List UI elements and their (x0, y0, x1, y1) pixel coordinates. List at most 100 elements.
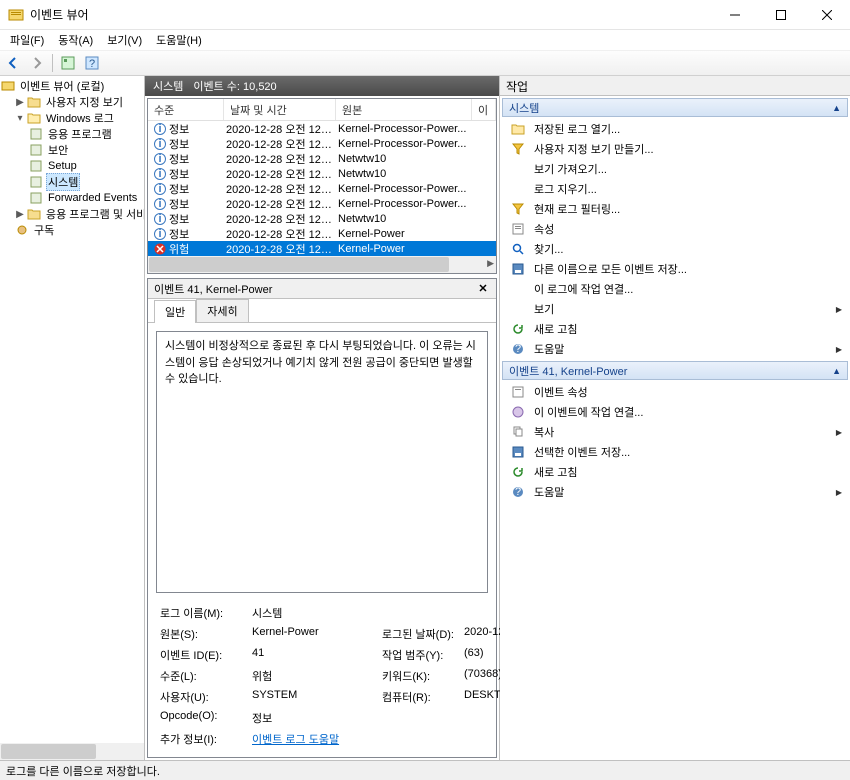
action-refresh[interactable]: 새로 고침 (502, 319, 848, 339)
help-button[interactable]: ? (81, 52, 103, 74)
close-button[interactable] (804, 0, 850, 30)
info-icon: i (153, 167, 167, 181)
col-level[interactable]: 수준 (148, 99, 224, 120)
prop-source-k: 원본(S): (160, 626, 252, 642)
action-clear-log[interactable]: 로그 지우기... (502, 179, 848, 199)
log-icon (28, 159, 44, 173)
tree-windows-logs[interactable]: ▾Windows 로그 (0, 110, 145, 126)
menu-help[interactable]: 도움말(H) (150, 30, 208, 50)
table-row[interactable]: 위험2020-12-28 오전 12:33...Kernel-Power (148, 241, 496, 256)
table-row[interactable]: i정보2020-12-28 오전 12:33...Netwtw10 (148, 166, 496, 181)
list-scrollbar[interactable]: ▶ (148, 256, 496, 273)
action-properties[interactable]: 속성 (502, 219, 848, 239)
tab-general[interactable]: 일반 (154, 300, 196, 323)
subscriptions-icon (14, 223, 30, 237)
help-link[interactable]: 이벤트 로그 도움말 (252, 731, 382, 747)
tree-system[interactable]: 시스템 (0, 174, 145, 190)
info-icon: i (153, 197, 167, 211)
action-view-submenu[interactable]: 보기▶ (502, 299, 848, 319)
action-save-all-as[interactable]: 다른 이름으로 모든 이벤트 저장... (502, 259, 848, 279)
tree-application[interactable]: 응용 프로그램 (0, 126, 145, 142)
prop-user-v: SYSTEM (252, 689, 382, 705)
table-row[interactable]: i정보2020-12-28 오전 12:33...Netwtw10 (148, 151, 496, 166)
info-icon: i (153, 122, 167, 136)
cell-date: 2020-12-28 오전 12:33... (224, 241, 336, 257)
table-row[interactable]: i정보2020-12-28 오전 12:33...Kernel-Processo… (148, 181, 496, 196)
table-row[interactable]: i정보2020-12-28 오전 12:33...Kernel-Processo… (148, 136, 496, 151)
action-import-view[interactable]: 보기 가져오기... (502, 159, 848, 179)
import-icon (510, 161, 526, 177)
svg-text:?: ? (515, 486, 521, 498)
cell-source: Netwtw10 (336, 153, 472, 165)
menubar: 파일(F) 동작(A) 보기(V) 도움말(H) (0, 30, 850, 50)
action-refresh-2[interactable]: 새로 고침 (502, 462, 848, 482)
table-row[interactable]: i정보2020-12-28 오전 12:33...Kernel-Processo… (148, 196, 496, 211)
svg-text:?: ? (89, 58, 95, 70)
save-icon (510, 444, 526, 460)
app-icon (8, 7, 24, 23)
cell-level: 정보 (169, 136, 189, 152)
action-open-saved-log[interactable]: 저장된 로그 열기... (502, 119, 848, 139)
cell-level: 위험 (169, 241, 189, 257)
svg-text:i: i (158, 153, 161, 165)
copy-icon (510, 424, 526, 440)
list-rows: i정보2020-12-28 오전 12:33...Kernel-Processo… (148, 121, 496, 256)
action-save-selected[interactable]: 선택한 이벤트 저장... (502, 442, 848, 462)
table-row[interactable]: i정보2020-12-28 오전 12:33...Netwtw10 (148, 211, 496, 226)
toolbar: ? (0, 50, 850, 76)
menu-view[interactable]: 보기(V) (101, 30, 148, 50)
info-icon: i (153, 182, 167, 196)
expand-icon[interactable]: ▶ (14, 97, 26, 108)
tree-pane: 이벤트 뷰어 (로컬) ▶사용자 지정 보기 ▾Windows 로그 응용 프로… (0, 76, 145, 760)
tree-apps-services[interactable]: ▶응용 프로그램 및 서비스 로 (0, 206, 145, 222)
menu-action[interactable]: 동작(A) (52, 30, 99, 50)
action-attach-task-event[interactable]: 이 이벤트에 작업 연결... (502, 402, 848, 422)
tree-security[interactable]: 보안 (0, 142, 145, 158)
action-event-properties[interactable]: 이벤트 속성 (502, 382, 848, 402)
chevron-right-icon: ▶ (836, 345, 842, 354)
prop-moreinfo-k: 추가 정보(I): (160, 731, 252, 747)
action-help[interactable]: ?도움말▶ (502, 339, 848, 359)
tree-custom-views[interactable]: ▶사용자 지정 보기 (0, 94, 145, 110)
action-filter-log[interactable]: 현재 로그 필터링... (502, 199, 848, 219)
forward-button[interactable] (26, 52, 48, 74)
collapse-icon[interactable]: ▾ (14, 113, 26, 124)
prop-opcode-k: Opcode(O): (160, 710, 252, 726)
col-source[interactable]: 원본 (336, 99, 472, 120)
actions-section-system[interactable]: 시스템▲ (502, 98, 848, 117)
close-detail-button[interactable]: ✕ (476, 282, 490, 296)
actions-section-event[interactable]: 이벤트 41, Kernel-Power▲ (502, 361, 848, 380)
action-create-custom-view[interactable]: 사용자 지정 보기 만들기... (502, 139, 848, 159)
col-date[interactable]: 날짜 및 시간 (224, 99, 336, 120)
action-help-2[interactable]: ?도움말▶ (502, 482, 848, 502)
minimize-button[interactable] (712, 0, 758, 30)
tab-details[interactable]: 자세히 (196, 299, 248, 322)
tree-setup[interactable]: Setup (0, 158, 145, 174)
svg-text:i: i (158, 228, 161, 240)
tree-scrollbar[interactable] (0, 743, 144, 760)
cell-level: 정보 (169, 226, 189, 242)
info-icon: i (153, 137, 167, 151)
col-event-id[interactable]: 이 (472, 99, 496, 120)
action-find[interactable]: 찾기... (502, 239, 848, 259)
prop-logname-k: 로그 이름(M): (160, 605, 252, 621)
expand-icon[interactable]: ▶ (14, 209, 26, 220)
tree-forwarded[interactable]: Forwarded Events (0, 190, 145, 206)
action-copy[interactable]: 복사▶ (502, 422, 848, 442)
tree-subscriptions[interactable]: 구독 (0, 222, 145, 238)
prop-computer-k: 컴퓨터(R): (382, 689, 464, 705)
prop-level-v: 위험 (252, 668, 382, 684)
back-button[interactable] (2, 52, 24, 74)
log-icon (28, 143, 44, 157)
show-tree-button[interactable] (57, 52, 79, 74)
help-icon: ? (510, 341, 526, 357)
actions-pane: 작업 시스템▲ 저장된 로그 열기... 사용자 지정 보기 만들기... 보기… (500, 76, 850, 760)
task-icon (510, 404, 526, 420)
table-row[interactable]: i정보2020-12-28 오전 12:33...Kernel-Power (148, 226, 496, 241)
menu-file[interactable]: 파일(F) (4, 30, 50, 50)
refresh-icon (510, 321, 526, 337)
action-attach-task-log[interactable]: 이 로그에 작업 연결... (502, 279, 848, 299)
tree-root[interactable]: 이벤트 뷰어 (로컬) (0, 78, 145, 94)
maximize-button[interactable] (758, 0, 804, 30)
table-row[interactable]: i정보2020-12-28 오전 12:33...Kernel-Processo… (148, 121, 496, 136)
